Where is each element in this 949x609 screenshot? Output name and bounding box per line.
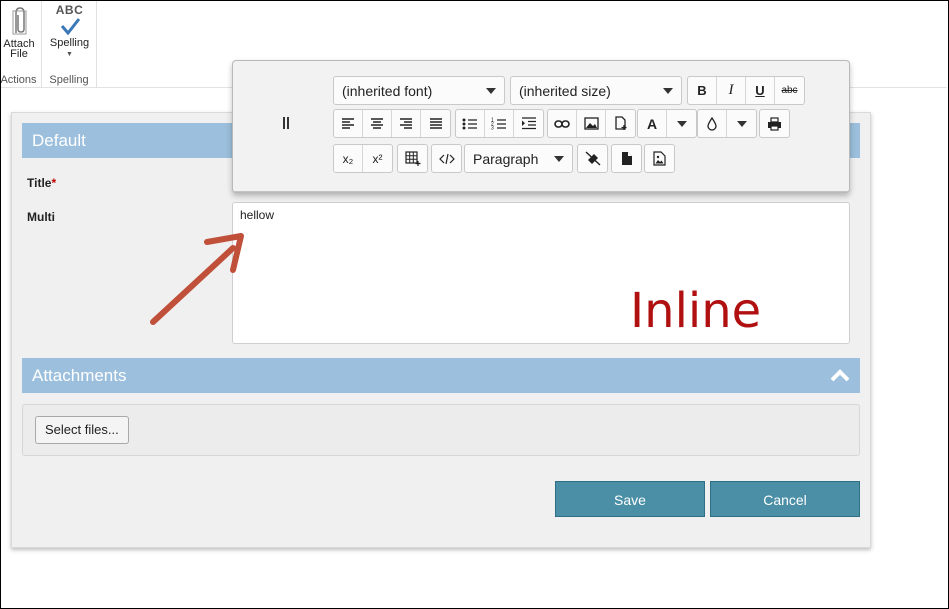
annotation-inline-text: Inline <box>630 283 762 339</box>
indent-icon <box>521 117 536 130</box>
spelling-button[interactable]: ABC Spelling ▼ <box>48 3 91 60</box>
title-label-text: Title <box>27 176 52 190</box>
table-icon <box>404 151 420 166</box>
editor-content: hellow <box>240 208 275 222</box>
bulleted-list-icon <box>462 118 477 129</box>
check-icon <box>48 16 91 38</box>
document-icon <box>621 152 632 165</box>
insert-file-button[interactable] <box>606 110 635 137</box>
multi-label: Multi <box>27 210 55 224</box>
file-add-icon <box>614 116 626 130</box>
title-label: Title* <box>27 176 56 190</box>
subscript-button[interactable]: x₂ <box>334 145 363 172</box>
toolbar-divider <box>233 191 849 194</box>
dropdown-arrow-icon <box>486 87 496 94</box>
print-button[interactable] <box>760 110 789 137</box>
numbered-list-icon: 123 <box>491 118 506 131</box>
align-center-button[interactable] <box>363 110 392 137</box>
paragraph-format-select[interactable]: Paragraph <box>464 144 573 173</box>
align-right-icon <box>400 117 412 129</box>
attach-label-line2: File <box>10 48 28 60</box>
italic-button[interactable]: I <box>717 77 746 104</box>
image-icon <box>583 117 599 130</box>
spelling-label: Spelling <box>49 37 90 49</box>
font-family-value: (inherited font) <box>342 82 433 99</box>
clear-format-group <box>577 144 608 173</box>
ribbon-group-spelling: ABC Spelling ▼ Spelling <box>42 1 97 88</box>
dropdown-arrow-icon <box>554 155 564 162</box>
drag-handle-icon[interactable] <box>283 117 289 129</box>
code-group <box>431 144 462 173</box>
image-file-icon <box>653 151 666 166</box>
table-group <box>397 144 428 173</box>
background-color-button[interactable] <box>698 110 727 137</box>
attachments-panel: Select files... <box>22 404 860 456</box>
font-size-value: (inherited size) <box>519 82 611 99</box>
ribbon-group-label-actions: Actions <box>0 74 37 86</box>
attach-file-button[interactable]: Attach File <box>0 5 39 60</box>
svg-text:3: 3 <box>491 126 494 131</box>
image-library-button[interactable] <box>645 145 674 172</box>
paperclip-icon <box>0 5 39 39</box>
ribbon-group-actions: Attach File Actions <box>0 1 42 88</box>
align-left-icon <box>342 117 354 129</box>
annotation-arrow <box>150 233 244 325</box>
bold-button[interactable]: B <box>688 77 717 104</box>
snippet-group <box>611 144 642 173</box>
background-color-dropdown[interactable] <box>727 110 756 137</box>
font-color-button[interactable]: A <box>638 110 667 137</box>
insert-table-button[interactable] <box>398 145 427 172</box>
dropdown-arrow-icon <box>676 120 687 127</box>
print-group <box>759 109 790 138</box>
list-group: 123 <box>455 109 544 138</box>
link-button[interactable] <box>548 110 577 137</box>
section-header-attachments[interactable]: Attachments <box>22 358 860 393</box>
required-mark: * <box>51 176 57 190</box>
dropdown-arrow-icon <box>736 120 747 127</box>
align-right-button[interactable] <box>392 110 421 137</box>
text-style-group: B I U abc <box>687 76 805 105</box>
droplet-icon <box>707 116 717 131</box>
editor-toolbar: (inherited font) (inherited size) B I U … <box>232 60 850 193</box>
paragraph-format-value: Paragraph <box>473 150 539 167</box>
font-color-dropdown[interactable] <box>667 110 696 137</box>
strikethrough-button[interactable]: abc <box>775 77 804 104</box>
save-button[interactable]: Save <box>555 481 705 517</box>
select-files-button[interactable]: Select files... <box>35 416 129 444</box>
insert-group <box>547 109 636 138</box>
font-family-select[interactable]: (inherited font) <box>333 76 505 105</box>
eraser-icon <box>585 151 600 166</box>
numbered-list-button[interactable]: 123 <box>485 110 514 137</box>
indent-button[interactable] <box>514 110 543 137</box>
link-icon <box>554 119 570 128</box>
justify-icon <box>429 117 442 129</box>
justify-button[interactable] <box>421 110 450 137</box>
print-icon <box>768 116 781 131</box>
cancel-button[interactable]: Cancel <box>710 481 860 517</box>
align-left-button[interactable] <box>334 110 363 137</box>
dropdown-arrow-icon <box>663 87 673 94</box>
insert-image-button[interactable] <box>577 110 606 137</box>
image-library-group <box>644 144 675 173</box>
align-center-icon <box>371 117 383 129</box>
chevron-down-icon: ▼ <box>66 51 73 58</box>
font-size-select[interactable]: (inherited size) <box>510 76 682 105</box>
underline-button[interactable]: U <box>746 77 775 104</box>
html-source-button[interactable] <box>432 145 461 172</box>
section-title-attachments: Attachments <box>32 366 127 385</box>
section-title-default: Default <box>32 131 86 150</box>
chevron-up-icon[interactable] <box>830 367 850 383</box>
superscript-button[interactable]: x² <box>363 145 392 172</box>
alignment-group <box>333 109 451 138</box>
clear-formatting-button[interactable] <box>578 145 607 172</box>
ribbon-group-label-spelling: Spelling <box>49 74 89 86</box>
font-color-group: A <box>637 109 697 138</box>
script-group: x₂ x² <box>333 144 393 173</box>
abc-text: ABC <box>55 3 84 17</box>
insert-snippet-button[interactable] <box>612 145 641 172</box>
bulleted-list-button[interactable] <box>456 110 485 137</box>
code-icon <box>438 153 455 164</box>
background-color-group <box>697 109 757 138</box>
